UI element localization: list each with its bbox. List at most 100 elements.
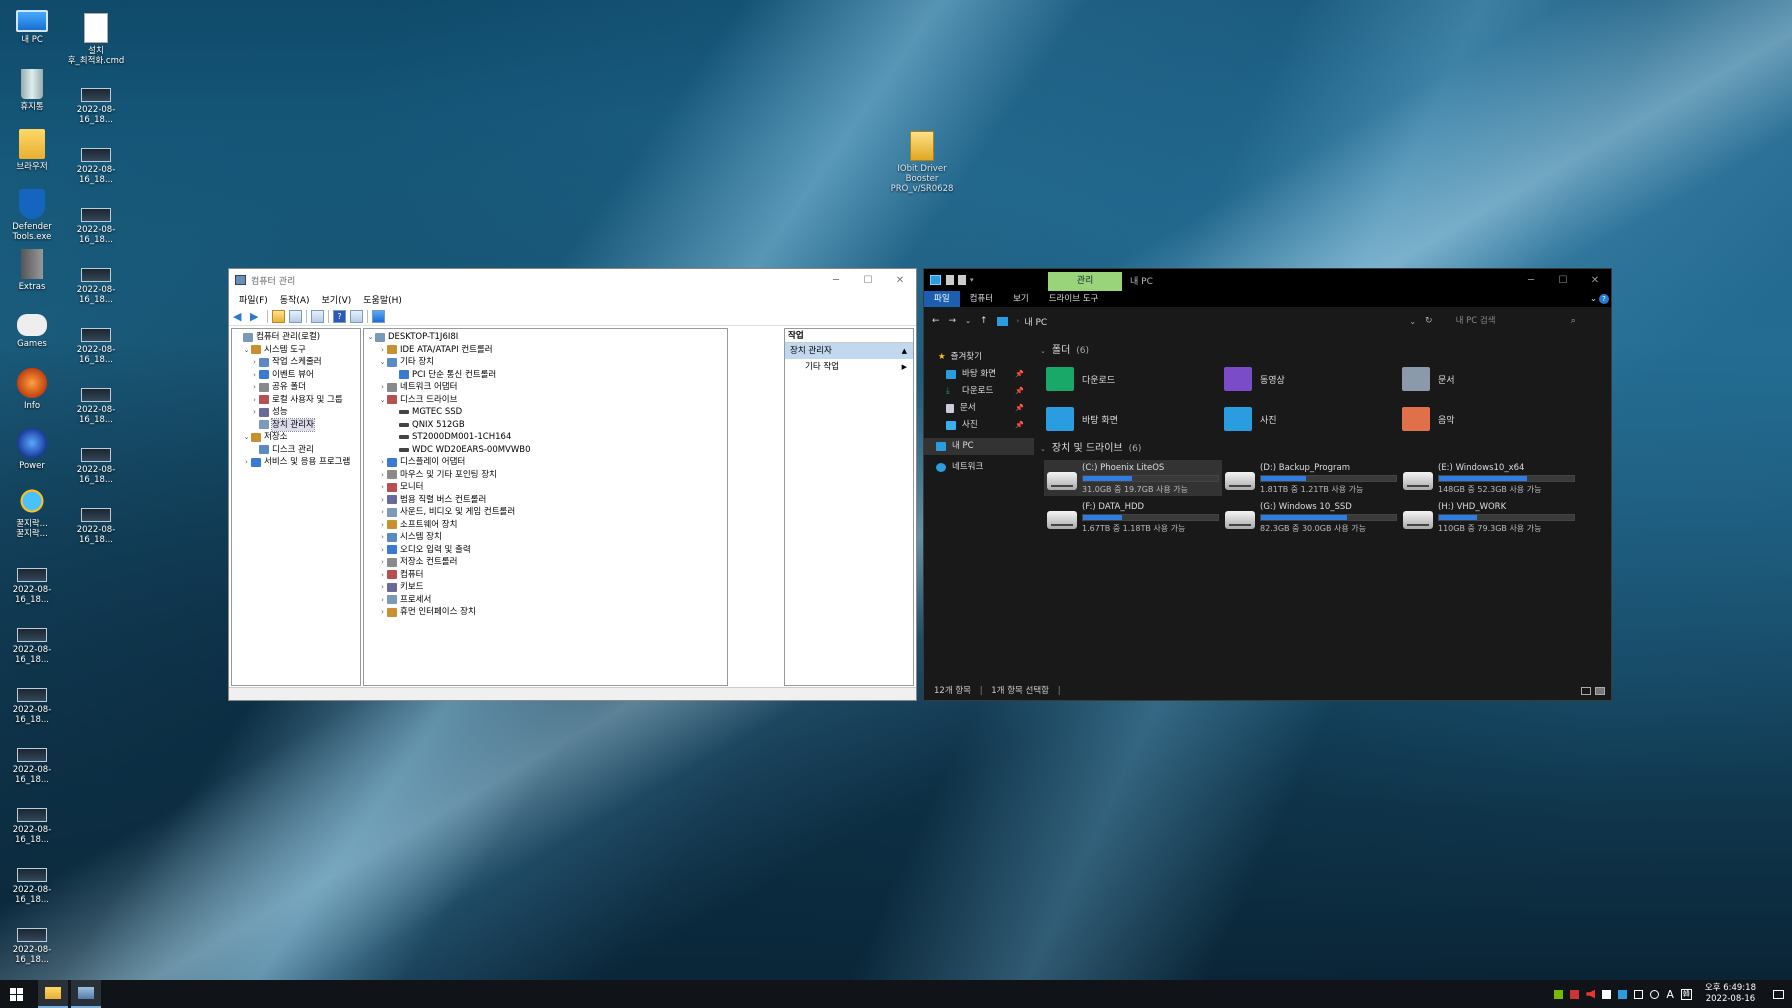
desktop-icon-screenshot[interactable]: 2022-08-16_18... [0,858,64,905]
console-tree-item[interactable]: 장치 관리자 [232,417,360,432]
desktop-icon-screenshot[interactable]: 2022-08-16_18... [64,78,128,125]
explorer-window[interactable]: ▾ 관리 내 PC ─ ☐ ✕ 파일 컴퓨터 보기 드라이브 도구 ⌄ ? ← … [923,268,1612,701]
desktop-icon-browser[interactable]: 브라우저 [0,129,64,172]
back-arrow-icon[interactable]: ◀ [233,310,246,323]
collapsed-chevron-icon[interactable]: › [378,581,387,594]
device-tree-item[interactable]: › 프로세서 [364,594,727,607]
device-tree-item[interactable]: › 저장소 컨트롤러 [364,556,727,569]
minimize-button[interactable]: ─ [820,269,852,291]
device-tree-item[interactable]: › 범용 직렬 버스 컨트롤러 [364,494,727,507]
help-icon[interactable]: ? [1599,294,1609,304]
address-dropdown-icon[interactable]: ⌄ [1409,317,1416,326]
collapsed-chevron-icon[interactable]: › [378,531,387,544]
expanded-chevron-icon[interactable]: ⌄ [366,331,375,344]
actions-section-device-manager[interactable]: 장치 관리자 ▲ [785,343,913,359]
collapsed-chevron-icon[interactable]: › [378,494,387,507]
folder-item[interactable]: 음악 [1402,404,1580,434]
maximize-button[interactable]: ☐ [852,269,884,291]
show-hide-action-pane-icon[interactable] [350,309,363,323]
menu-view[interactable]: 보기(V) [316,293,358,306]
desktop-icon-screenshot[interactable]: 2022-08-16_18... [0,678,64,725]
collapsed-chevron-icon[interactable]: › [378,456,387,469]
nav-network[interactable]: 네트워크 [924,459,1034,476]
drives-section-header[interactable]: ⌄ 장치 및 드라이브 (6) [1036,440,1611,458]
ime-mode[interactable]: 韓 [1680,988,1692,1000]
search-input[interactable]: 내 PC 검색 ⌕ [1448,312,1580,330]
qat-properties-icon[interactable] [946,275,954,285]
refresh-icon[interactable]: ↻ [1425,316,1433,326]
console-tree-item[interactable]: › 공유 폴더 [232,381,360,394]
collapsed-chevron-icon[interactable]: › [250,406,259,419]
expand-ribbon-icon[interactable]: ⌄ [1590,291,1597,307]
collapsed-chevron-icon[interactable]: › [378,606,387,619]
ex-titlebar[interactable]: ▾ 관리 내 PC ─ ☐ ✕ [924,269,1611,291]
device-tree-item[interactable]: WDC WD20EARS-00MVWB0 [364,444,727,457]
help-icon[interactable]: ? [333,309,346,323]
device-tree-item[interactable]: › 디스플레이 어댑터 [364,456,727,469]
expanded-chevron-icon[interactable]: ⌄ [378,356,387,369]
folder-item[interactable]: 다운로드 [1046,364,1224,394]
menu-file[interactable]: 파일(F) [233,293,274,306]
hardware-icon[interactable] [1570,989,1580,999]
close-button[interactable]: ✕ [1579,269,1611,291]
notification-center-icon[interactable] [1773,989,1784,999]
tab-view[interactable]: 보기 [1003,291,1039,307]
desktop-icon-games[interactable]: Games [0,308,64,349]
menu-help[interactable]: 도움말(H) [357,293,408,306]
device-tree-item[interactable]: › 사운드, 비디오 및 게임 컨트롤러 [364,506,727,519]
console-tree-item[interactable]: › 성능 [232,406,360,419]
console-tree-item[interactable]: › 서비스 및 응용 프로그램 [232,456,360,469]
desktop-icon-defender-tools[interactable]: Defender Tools.exe [0,189,64,242]
menu-action[interactable]: 동작(A) [274,293,316,306]
taskbar-explorer[interactable] [38,980,68,1008]
collapsed-chevron-icon[interactable]: › [250,381,259,394]
collapsed-chevron-icon[interactable]: › [242,456,251,469]
qat-dropdown-icon[interactable]: ▾ [970,276,974,284]
device-tree-item[interactable]: ⌄ 기타 장치 [364,356,727,369]
device-manager-pane[interactable]: ⌄ DESKTOP-T1J6I8I › IDE ATA/ATAPI 컨트롤러 ⌄ 기타 장… [363,328,728,686]
up-folder-icon[interactable] [272,309,285,323]
drive-item[interactable]: (D:) Backup_Program 1.81TB 중 1.21TB 사용 가능 [1222,460,1400,496]
collapsed-chevron-icon[interactable]: › [378,344,387,357]
expanded-chevron-icon[interactable]: ⌄ [242,344,251,357]
device-tree-item[interactable]: ⌄ 디스크 드라이브 [364,394,727,407]
nav-documents[interactable]: 문서 📌 [924,400,1034,417]
folder-item[interactable]: 바탕 화면 [1046,404,1224,434]
console-tree-item[interactable]: ⌄ 저장소 [232,431,360,444]
volume-icon[interactable] [1650,989,1660,999]
drive-item[interactable]: (F:) DATA_HDD 1.67TB 중 1.18TB 사용 가능 [1044,499,1222,535]
collapsed-chevron-icon[interactable]: › [378,556,387,569]
nav-pictures[interactable]: 사진 📌 [924,417,1034,434]
console-tree-item[interactable]: › 로컬 사용자 및 그룹 [232,394,360,407]
back-arrow-icon[interactable]: ← [932,316,940,326]
collapsed-chevron-icon[interactable]: › [378,594,387,607]
console-tree-item[interactable]: 컴퓨터 관리(로컬) [232,331,360,344]
desktop-icon-shortcut[interactable]: 꿀지락... 꿀지락... [0,486,64,539]
console-tree-item[interactable]: › 이벤트 뷰어 [232,369,360,382]
recent-dropdown-icon[interactable]: ⌄ [965,317,971,325]
nav-desktop[interactable]: 바탕 화면 📌 [924,366,1034,383]
desktop-icon-screenshot[interactable]: 2022-08-16_18... [64,378,128,425]
nvidia-icon[interactable] [1554,989,1564,999]
device-tree-item[interactable]: ST2000DM001-1CH164 [364,431,727,444]
tab-drive-tools[interactable]: 드라이브 도구 [1039,291,1109,307]
collapsed-chevron-icon[interactable]: › [378,569,387,582]
desktop-icon-screenshot[interactable]: 2022-08-16_18... [0,618,64,665]
desktop-icon-iobit[interactable]: IObit Driver Booster PRO_v/SR0628 [890,131,954,194]
desktop-icon-screenshot[interactable]: 2022-08-16_18... [64,198,128,245]
desktop-icon-screenshot[interactable]: 2022-08-16_18... [64,138,128,185]
desktop-icon-power[interactable]: Power [0,428,64,471]
drive-item[interactable]: (H:) VHD_WORK 110GB 중 79.3GB 사용 가능 [1400,499,1578,535]
computer-management-window[interactable]: 컴퓨터 관리 ─ ☐ ✕ 파일(F) 동작(A) 보기(V) 도움말(H) ◀ … [228,268,917,701]
desktop-icon-setup-cmd[interactable]: 설치 후_최적화.cmd [64,13,128,66]
device-tree-item[interactable]: › 소프트웨어 장치 [364,519,727,532]
close-button[interactable]: ✕ [884,269,916,291]
start-button[interactable] [0,980,32,1008]
device-tree-item[interactable]: › 오디오 입력 및 출력 [364,544,727,557]
cm-titlebar[interactable]: 컴퓨터 관리 ─ ☐ ✕ [229,269,916,291]
large-icons-view-icon[interactable] [1595,687,1605,695]
desktop-icon-screenshot[interactable]: 2022-08-16_18... [0,558,64,605]
collapsed-chevron-icon[interactable]: › [250,394,259,407]
collapsed-chevron-icon[interactable]: › [378,544,387,557]
details-view-icon[interactable] [1581,687,1591,695]
